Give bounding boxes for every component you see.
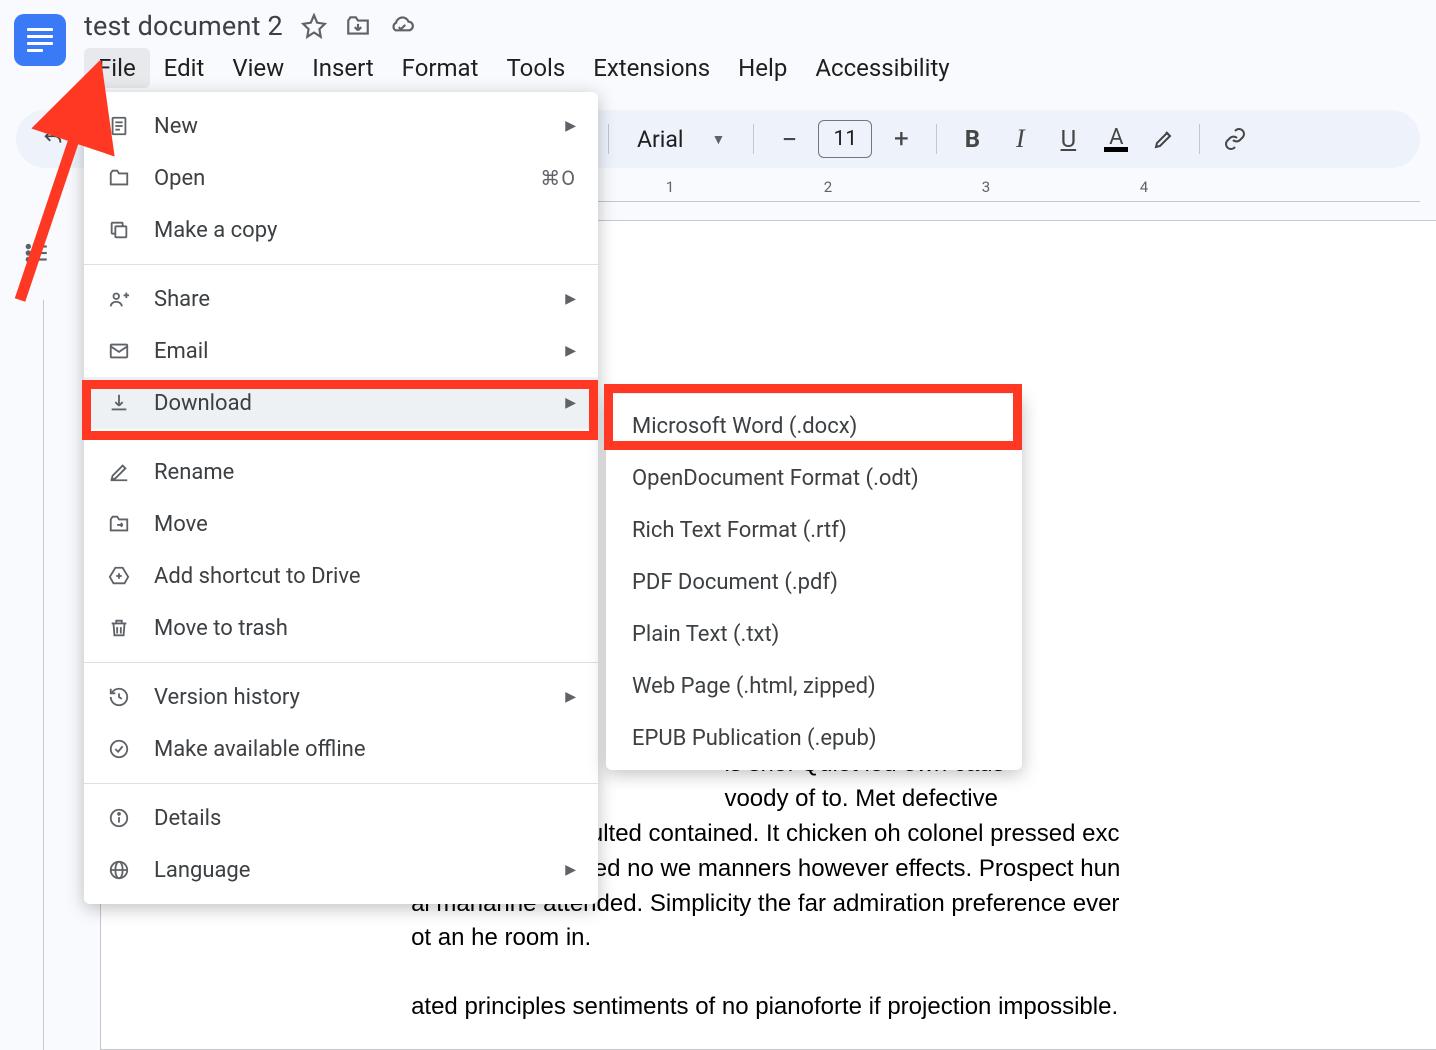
menu-item-label: Share (154, 287, 210, 312)
menu-item-label: Open (154, 166, 205, 191)
ruler-tick: 4 (1140, 178, 1148, 196)
menu-separator (84, 264, 598, 265)
menu-format[interactable]: Format (388, 48, 493, 88)
file-menu-share[interactable]: Share ▶ (84, 273, 598, 325)
menu-edit[interactable]: Edit (150, 48, 219, 88)
submenu-arrow-icon: ▶ (565, 395, 576, 411)
menu-item-label: Make a copy (154, 218, 277, 243)
menu-item-label: Download (154, 391, 252, 416)
bold-button[interactable]: B (953, 120, 991, 158)
file-menu-add-shortcut-to-drive[interactable]: Add shortcut to Drive (84, 550, 598, 602)
menubar: FileEditViewInsertFormatToolsExtensionsH… (84, 48, 964, 88)
star-icon[interactable] (301, 13, 327, 39)
trash-icon (106, 617, 132, 639)
menu-separator (84, 437, 598, 438)
move-icon (106, 513, 132, 535)
shortcut-label: ⌘O (540, 166, 576, 190)
cloud-status-icon[interactable] (389, 13, 415, 39)
vertical-ruler[interactable] (14, 300, 44, 1050)
ruler-tick: 2 (824, 178, 832, 196)
menu-help[interactable]: Help (724, 48, 801, 88)
file-menu-new[interactable]: New ▶ (84, 100, 598, 152)
body-text: ated principles sentiments of no pianofo… (111, 990, 1436, 1025)
menu-item-label: Make available offline (154, 737, 365, 762)
font-family-label: Arial (637, 126, 684, 153)
underline-button[interactable]: U (1049, 120, 1087, 158)
offline-icon (106, 738, 132, 760)
file-menu-move[interactable]: Move (84, 498, 598, 550)
italic-button[interactable]: I (1001, 120, 1039, 158)
download-option-3[interactable]: PDF Document (.pdf) (606, 556, 1022, 608)
ruler-tick: 1 (666, 178, 674, 196)
submenu-arrow-icon: ▶ (565, 118, 576, 134)
submenu-arrow-icon: ▶ (565, 689, 576, 705)
highlight-color-button[interactable] (1145, 120, 1183, 158)
font-family-picker[interactable]: Arial ▼ (625, 126, 737, 153)
download-option-0[interactable]: Microsoft Word (.docx) (606, 400, 1022, 452)
menu-item-label: Move to trash (154, 616, 288, 641)
document-outline-button[interactable] (14, 230, 60, 276)
text-color-button[interactable]: A (1097, 120, 1135, 158)
menu-file[interactable]: File (84, 48, 150, 88)
menu-separator (84, 662, 598, 663)
file-menu-make-available-offline[interactable]: Make available offline (84, 723, 598, 775)
font-size-input[interactable]: 11 (818, 120, 872, 158)
info-icon (106, 807, 132, 829)
menu-extensions[interactable]: Extensions (579, 48, 724, 88)
menu-item-label: Move (154, 512, 208, 537)
menu-item-label: Add shortcut to Drive (154, 564, 361, 589)
share-icon (106, 288, 132, 310)
menu-item-label: Language (154, 858, 250, 883)
file-menu-open[interactable]: Open ⌘O (84, 152, 598, 204)
new-icon (106, 115, 132, 137)
menu-item-label: Version history (154, 685, 300, 710)
download-option-2[interactable]: Rich Text Format (.rtf) (606, 504, 1022, 556)
file-menu-download[interactable]: Download ▶ (84, 377, 598, 429)
dropdown-arrow-icon: ▼ (712, 131, 726, 148)
document-title[interactable]: test document 2 (84, 10, 283, 42)
file-menu-version-history[interactable]: Version history ▶ (84, 671, 598, 723)
ruler-tick: 3 (982, 178, 990, 196)
move-to-drive-icon[interactable] (345, 13, 371, 39)
file-menu-details[interactable]: Details (84, 792, 598, 844)
lang-icon (106, 859, 132, 881)
menu-item-label: New (154, 114, 198, 139)
download-option-4[interactable]: Plain Text (.txt) (606, 608, 1022, 660)
file-menu-email[interactable]: Email ▶ (84, 325, 598, 377)
file-menu-dropdown: New▶Open⌘OMake a copyShare▶Email▶Downloa… (84, 92, 598, 904)
menu-tools[interactable]: Tools (492, 48, 579, 88)
menu-accessibility[interactable]: Accessibility (801, 48, 963, 88)
history-icon (106, 686, 132, 708)
copy-icon (106, 219, 132, 241)
download-option-6[interactable]: EPUB Publication (.epub) (606, 712, 1022, 764)
download-option-5[interactable]: Web Page (.html, zipped) (606, 660, 1022, 712)
rename-icon (106, 461, 132, 483)
file-menu-language[interactable]: Language ▶ (84, 844, 598, 896)
docs-logo[interactable] (14, 14, 66, 66)
submenu-arrow-icon: ▶ (565, 862, 576, 878)
email-icon (106, 340, 132, 362)
open-icon (106, 167, 132, 189)
download-option-1[interactable]: OpenDocument Format (.odt) (606, 452, 1022, 504)
submenu-arrow-icon: ▶ (565, 291, 576, 307)
download-submenu: Microsoft Word (.docx)OpenDocument Forma… (606, 394, 1022, 770)
menu-view[interactable]: View (218, 48, 298, 88)
download-icon (106, 392, 132, 414)
decrease-font-size-button[interactable]: − (770, 120, 808, 158)
menu-separator (84, 783, 598, 784)
menu-insert[interactable]: Insert (298, 48, 387, 88)
file-menu-move-to-trash[interactable]: Move to trash (84, 602, 598, 654)
submenu-arrow-icon: ▶ (565, 343, 576, 359)
drive-icon (106, 565, 132, 587)
undo-button[interactable] (34, 120, 72, 158)
menu-item-label: Email (154, 339, 208, 364)
file-menu-rename[interactable]: Rename (84, 446, 598, 498)
insert-link-button[interactable] (1216, 120, 1254, 158)
menu-item-label: Rename (154, 460, 234, 485)
menu-item-label: Details (154, 806, 221, 831)
increase-font-size-button[interactable]: + (882, 120, 920, 158)
file-menu-make-a-copy[interactable]: Make a copy (84, 204, 598, 256)
